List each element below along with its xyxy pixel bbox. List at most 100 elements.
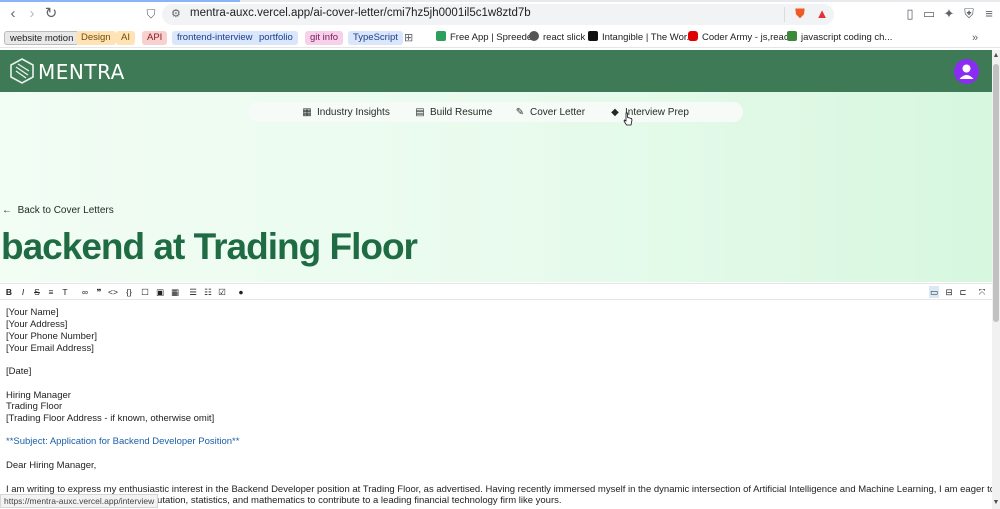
bookmark-folder[interactable]: Design — [76, 31, 116, 45]
brave-rewards-icon[interactable]: ▲ — [814, 6, 830, 22]
spreeder-icon — [436, 31, 446, 41]
site-settings-icon[interactable]: ⚙ — [171, 7, 181, 20]
nav-industry-insights[interactable]: ▦ Industry Insights — [302, 106, 390, 119]
bookmark-folder[interactable]: frontend-interview — [172, 31, 258, 45]
bookmark-folder[interactable]: TypeScript — [348, 31, 403, 45]
nav-label: Interview Prep — [625, 107, 689, 118]
help-icon[interactable]: ● — [236, 286, 246, 298]
italic-icon[interactable]: I — [18, 286, 28, 298]
fullscreen-icon[interactable]: ⤧ — [977, 286, 987, 298]
edit-icon: ✎ — [515, 107, 525, 118]
sidebar-toggle-icon[interactable]: ▯ — [902, 6, 918, 22]
scroll-down-icon[interactable]: ▼ — [992, 499, 1000, 506]
bookmark-link[interactable]: react slick — [529, 31, 585, 45]
nav-interview-prep[interactable]: ◆ Interview Prep — [610, 106, 689, 119]
forward-icon[interactable]: › — [24, 6, 40, 22]
edit-mode-icon[interactable]: ▭ — [929, 286, 939, 298]
page-title: backend at Trading Floor — [1, 226, 418, 267]
bookmark-folder[interactable]: portfolio — [254, 31, 298, 45]
split-mode-icon[interactable]: ⊟ — [944, 286, 954, 298]
app-header: MENTRA — [0, 50, 992, 92]
bookmark-folder[interactable]: website motion — [4, 31, 80, 45]
arrow-left-icon: ← — [2, 205, 12, 216]
title-icon[interactable]: T — [60, 286, 70, 298]
link-icon[interactable]: ∞ — [80, 286, 90, 298]
bookmark-link-label: Intangible | The Wor... — [602, 32, 695, 43]
youtube-icon — [688, 31, 698, 41]
bookmark-link[interactable]: Coder Army - js,react — [688, 31, 791, 45]
address-bar[interactable]: ⚙ mentra-auxc.vercel.app/ai-cover-letter… — [162, 4, 834, 25]
bookmark-link-label: javascript coding ch... — [801, 32, 893, 43]
link-status-bubble: https://mentra-auxc.vercel.app/interview — [0, 494, 159, 508]
bookmark-link[interactable]: javascript coding ch... — [787, 31, 892, 45]
unordered-list-icon[interactable]: ☰ — [188, 286, 198, 298]
comment-icon[interactable]: ☐ — [140, 286, 150, 298]
bookmark-link[interactable]: Intangible | The Wor... — [588, 31, 694, 45]
editor-line[interactable]: Hiring Manager — [6, 390, 71, 401]
vpn-icon[interactable]: ⛨ — [961, 6, 977, 22]
strikethrough-icon[interactable]: S — [32, 286, 42, 298]
horizontal-rule-icon[interactable]: ≡ — [46, 286, 56, 298]
back-to-cover-letters-link[interactable]: ← Back to Cover Letters — [2, 205, 114, 216]
editor-line[interactable]: **Subject: Application for Backend Devel… — [6, 436, 239, 447]
page-scrollbar[interactable]: ▲ ▼ — [992, 50, 1000, 509]
table-icon[interactable]: ▦ — [170, 286, 180, 298]
active-tab-indicator — [0, 0, 240, 2]
editor-line[interactable]: [Trading Floor Address - if known, other… — [6, 413, 214, 424]
reload-icon[interactable]: ↻ — [43, 6, 59, 22]
editor-line[interactable]: Dear Hiring Manager, — [6, 460, 96, 471]
nav-label: Build Resume — [430, 107, 493, 118]
wallet-icon[interactable]: ▭ — [921, 6, 937, 22]
mouse-pointer-icon — [623, 112, 633, 126]
editor-line[interactable]: [Your Phone Number] — [6, 331, 97, 342]
menu-icon[interactable]: ≡ — [981, 6, 997, 22]
scrollbar-thumb[interactable] — [993, 64, 999, 322]
brave-shield-icon[interactable]: ⛊ — [792, 6, 808, 22]
code-block-icon[interactable]: {} — [124, 286, 134, 298]
brand-name[interactable]: MENTRA — [38, 60, 125, 84]
editor-line[interactable]: [Your Email Address] — [6, 343, 94, 354]
bookmark-icon[interactable]: ⛉ — [143, 6, 159, 22]
bookmark-folder[interactable]: API — [142, 31, 168, 45]
nav-label: Industry Insights — [317, 107, 390, 118]
nav-label: Cover Letter — [530, 107, 586, 118]
editor-line[interactable]: [Date] — [6, 366, 31, 377]
editor-toolbar: B I S ≡ T ∞ ❞ <> {} ☐ ▣ ▦ ☰ ☷ ☑ ● ▭ ⊟ ⊏ … — [0, 283, 992, 300]
user-icon — [959, 64, 974, 79]
editor-line[interactable]: [Your Address] — [6, 319, 67, 330]
grid-icon: ▦ — [302, 107, 312, 118]
tab-strip — [0, 0, 1000, 2]
back-label: Back to Cover Letters — [17, 205, 114, 216]
leo-ai-icon[interactable]: ✦ — [941, 6, 957, 22]
omnibox-divider — [784, 7, 785, 22]
editor-line[interactable]: [Your Name] — [6, 307, 58, 318]
checklist-icon[interactable]: ☑ — [217, 286, 227, 298]
scroll-up-icon[interactable]: ▲ — [992, 52, 1000, 59]
bookmark-link-label: Free App | Spreeder — [450, 32, 536, 43]
image-icon[interactable]: ▣ — [155, 286, 165, 298]
bookmark-folder[interactable]: git info — [305, 31, 343, 45]
address-url[interactable]: mentra-auxc.vercel.app/ai-cover-letter/c… — [190, 7, 531, 19]
ordered-list-icon[interactable]: ☷ — [203, 286, 213, 298]
code-icon[interactable]: <> — [108, 286, 118, 298]
mentra-logo-icon[interactable] — [10, 58, 34, 84]
cover-letter-editor[interactable]: [Your Name] [Your Address] [Your Phone N… — [0, 300, 1000, 509]
preview-mode-icon[interactable]: ⊏ — [958, 286, 968, 298]
more-bookmarks-icon[interactable]: » — [972, 31, 978, 45]
bookmark-link-label: react slick — [543, 32, 586, 43]
browser-toolbar: ‹ › ↻ ⛉ ⚙ mentra-auxc.vercel.app/ai-cove… — [0, 0, 1000, 28]
editor-line[interactable]: Trading Floor — [6, 401, 62, 412]
bookmark-folder[interactable]: AI — [116, 31, 135, 45]
quote-icon[interactable]: ❞ — [94, 286, 104, 298]
check-icon — [787, 31, 797, 41]
nav-cover-letter[interactable]: ✎ Cover Letter — [515, 106, 585, 119]
document-icon: ▤ — [415, 107, 425, 118]
bookmark-link[interactable]: Free App | Spreeder — [436, 31, 535, 45]
bookmarks-bar: website motion Design AI API frontend-in… — [0, 28, 1000, 48]
back-icon[interactable]: ‹ — [5, 6, 21, 22]
nav-build-resume[interactable]: ▤ Build Resume — [415, 106, 492, 119]
bold-icon[interactable]: B — [4, 286, 14, 298]
apps-grid-icon[interactable]: ⊞ — [404, 31, 413, 45]
user-avatar[interactable] — [954, 59, 979, 84]
graduation-cap-icon: ◆ — [611, 107, 619, 118]
